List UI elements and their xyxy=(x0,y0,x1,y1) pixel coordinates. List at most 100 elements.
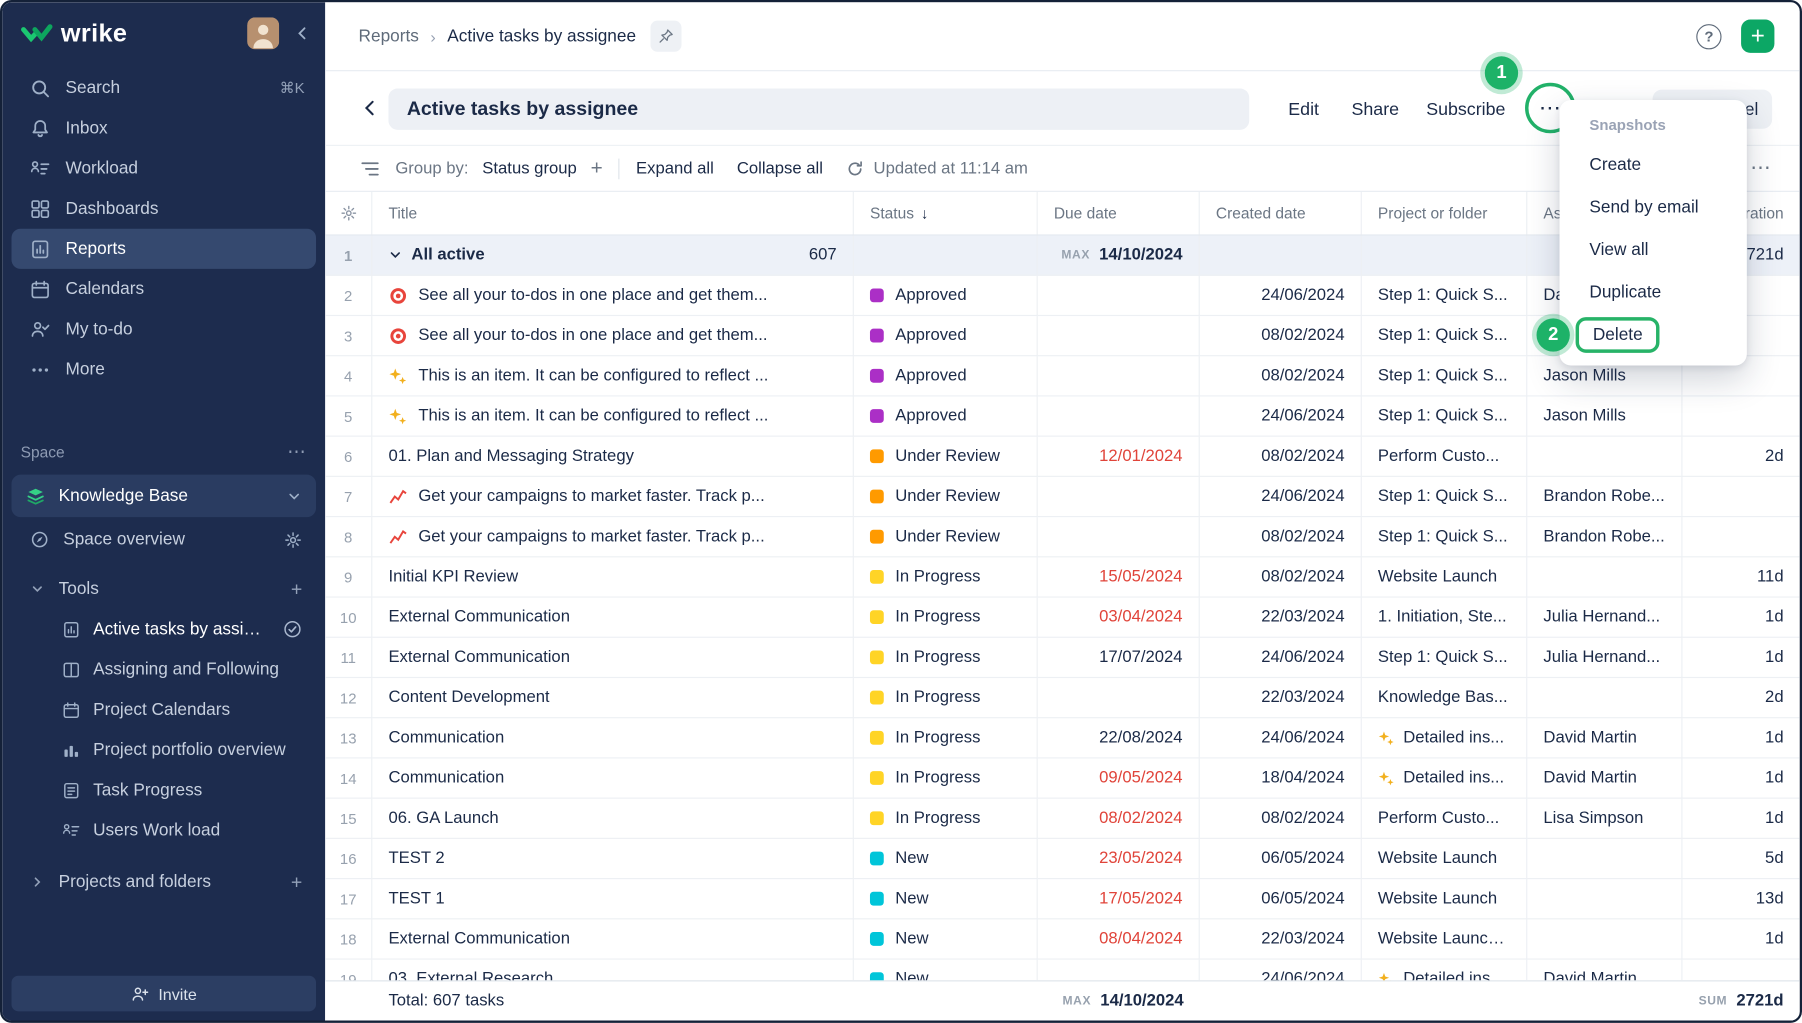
assignee-cell[interactable]: Jason Mills xyxy=(1527,396,1682,436)
assignee-cell[interactable] xyxy=(1527,557,1682,597)
status-cell[interactable]: Approved xyxy=(854,356,1038,396)
table-row[interactable]: 5This is an item. It can be configured t… xyxy=(325,396,1799,436)
tool-item-task-progress[interactable]: Task Progress xyxy=(11,770,316,810)
wrike-logo[interactable]: wrike xyxy=(21,18,128,48)
task-title-cell[interactable]: Communication xyxy=(372,758,854,798)
tool-item-assigning-following[interactable]: Assigning and Following xyxy=(11,649,316,689)
menu-item-create[interactable]: Create xyxy=(1560,144,1747,187)
sidebar-item-workload[interactable]: Workload xyxy=(11,148,316,188)
task-title-cell[interactable]: Communication xyxy=(372,718,854,758)
due-date-cell[interactable]: 17/05/2024 xyxy=(1038,879,1200,919)
refresh-icon[interactable] xyxy=(846,159,864,177)
assignee-cell[interactable] xyxy=(1527,879,1682,919)
assignee-cell[interactable]: Julia Hernand... xyxy=(1527,638,1682,678)
menu-item-view-all[interactable]: View all xyxy=(1560,229,1747,272)
assignee-cell[interactable]: David Martin xyxy=(1527,960,1682,981)
sidebar-section-projects-folders[interactable]: Projects and folders + xyxy=(11,862,316,902)
due-date-cell[interactable] xyxy=(1038,396,1200,436)
due-date-cell[interactable] xyxy=(1038,276,1200,316)
tool-item-active-tasks[interactable]: Active tasks by assign... xyxy=(11,609,316,649)
gear-icon[interactable] xyxy=(284,530,302,548)
group-by-value[interactable]: Status group xyxy=(482,159,577,177)
due-date-cell[interactable] xyxy=(1038,678,1200,718)
assignee-cell[interactable]: Brandon Robe... xyxy=(1527,517,1682,557)
task-title-cell[interactable]: 06. GA Launch xyxy=(372,799,854,839)
task-title-cell[interactable]: See all your to-dos in one place and get… xyxy=(372,316,854,356)
report-title-input[interactable]: Active tasks by assignee xyxy=(388,88,1249,129)
project-cell[interactable]: Step 1: Quick S... xyxy=(1362,477,1527,517)
task-title-cell[interactable]: Get your campaigns to market faster. Tra… xyxy=(372,477,854,517)
table-row[interactable]: 9Initial KPI ReviewIn Progress15/05/2024… xyxy=(325,557,1799,597)
sidebar-item-more[interactable]: More xyxy=(11,349,316,389)
due-date-cell[interactable]: 22/08/2024 xyxy=(1038,718,1200,758)
edit-button[interactable]: Edit xyxy=(1288,100,1319,121)
project-cell[interactable]: Website Launch xyxy=(1362,557,1527,597)
task-title-cell[interactable]: TEST 1 xyxy=(372,879,854,919)
add-group-icon[interactable]: + xyxy=(591,156,603,180)
sidebar-section-tools[interactable]: Tools + xyxy=(11,569,316,609)
task-title-cell[interactable]: External Communication xyxy=(372,638,854,678)
status-cell[interactable]: New xyxy=(854,879,1038,919)
due-date-cell[interactable]: 17/07/2024 xyxy=(1038,638,1200,678)
back-chevron-icon[interactable] xyxy=(360,98,381,119)
table-row[interactable]: 16TEST 2New23/05/202406/05/2024Website L… xyxy=(325,839,1799,879)
task-title-cell[interactable]: Initial KPI Review xyxy=(372,557,854,597)
status-cell[interactable]: Approved xyxy=(854,276,1038,316)
status-cell[interactable]: In Progress xyxy=(854,557,1038,597)
assignee-cell[interactable]: David Martin xyxy=(1527,718,1682,758)
space-more-icon[interactable]: ⋯ xyxy=(287,440,307,463)
due-date-cell[interactable] xyxy=(1038,960,1200,981)
tool-item-users-workload[interactable]: Users Work load xyxy=(11,810,316,850)
assignee-cell[interactable] xyxy=(1527,919,1682,959)
sidebar-item-calendars[interactable]: Calendars xyxy=(11,269,316,309)
task-title-cell[interactable]: This is an item. It can be configured to… xyxy=(372,396,854,436)
menu-item-duplicate[interactable]: Duplicate xyxy=(1560,271,1747,314)
column-header-title[interactable]: Title xyxy=(372,192,854,235)
invite-button[interactable]: Invite xyxy=(11,976,316,1012)
status-cell[interactable]: Under Review xyxy=(854,477,1038,517)
status-cell[interactable]: Under Review xyxy=(854,517,1038,557)
status-cell[interactable]: Approved xyxy=(854,396,1038,436)
table-row[interactable]: 12Content DevelopmentIn Progress22/03/20… xyxy=(325,678,1799,718)
status-cell[interactable]: In Progress xyxy=(854,758,1038,798)
due-date-cell[interactable]: 03/04/2024 xyxy=(1038,598,1200,638)
column-header-project[interactable]: Project or folder xyxy=(1362,192,1527,235)
chevron-down-icon[interactable] xyxy=(388,248,402,262)
assignee-cell[interactable] xyxy=(1527,678,1682,718)
table-row[interactable]: 13CommunicationIn Progress22/08/202424/0… xyxy=(325,718,1799,758)
table-row[interactable]: 14CommunicationIn Progress09/05/202418/0… xyxy=(325,758,1799,798)
due-date-cell[interactable]: 08/02/2024 xyxy=(1038,799,1200,839)
assignee-cell[interactable]: Julia Hernand... xyxy=(1527,598,1682,638)
help-icon[interactable]: ? xyxy=(1696,24,1721,49)
due-date-cell[interactable] xyxy=(1038,477,1200,517)
column-header-due-date[interactable]: Due date xyxy=(1038,192,1200,235)
group-title-cell[interactable]: All active 607 xyxy=(372,236,854,276)
due-date-cell[interactable]: 23/05/2024 xyxy=(1038,839,1200,879)
assignee-cell[interactable]: Brandon Robe... xyxy=(1527,477,1682,517)
project-cell[interactable]: Detailed ins... xyxy=(1362,718,1527,758)
project-cell[interactable]: Step 1: Quick S... xyxy=(1362,638,1527,678)
user-avatar[interactable] xyxy=(247,17,279,49)
pin-button[interactable] xyxy=(651,21,682,52)
table-row[interactable]: 7Get your campaigns to market faster. Tr… xyxy=(325,477,1799,517)
sidebar-item-inbox[interactable]: Inbox xyxy=(11,108,316,148)
project-cell[interactable]: Perform Custo... xyxy=(1362,799,1527,839)
sidebar-item-search[interactable]: Search ⌘K xyxy=(11,68,316,108)
tool-item-portfolio-overview[interactable]: Project portfolio overview xyxy=(11,730,316,770)
table-row[interactable]: 601. Plan and Messaging StrategyUnder Re… xyxy=(325,437,1799,477)
project-cell[interactable]: 1. Initiation, Ste... xyxy=(1362,598,1527,638)
status-cell[interactable]: Approved xyxy=(854,316,1038,356)
assignee-cell[interactable] xyxy=(1527,839,1682,879)
task-title-cell[interactable]: 03. External Research xyxy=(372,960,854,981)
collapse-all-button[interactable]: Collapse all xyxy=(737,159,823,177)
breadcrumb-reports[interactable]: Reports xyxy=(359,26,419,46)
sidebar-item-space-overview[interactable]: Space overview xyxy=(11,519,316,559)
task-title-cell[interactable]: Content Development xyxy=(372,678,854,718)
assignee-cell[interactable] xyxy=(1527,437,1682,477)
menu-item-send-by-email[interactable]: Send by email xyxy=(1560,186,1747,229)
project-cell[interactable]: Step 1: Quick S... xyxy=(1362,396,1527,436)
status-cell[interactable]: New xyxy=(854,960,1038,981)
task-title-cell[interactable]: See all your to-dos in one place and get… xyxy=(372,276,854,316)
task-title-cell[interactable]: External Communication xyxy=(372,598,854,638)
task-title-cell[interactable]: This is an item. It can be configured to… xyxy=(372,356,854,396)
